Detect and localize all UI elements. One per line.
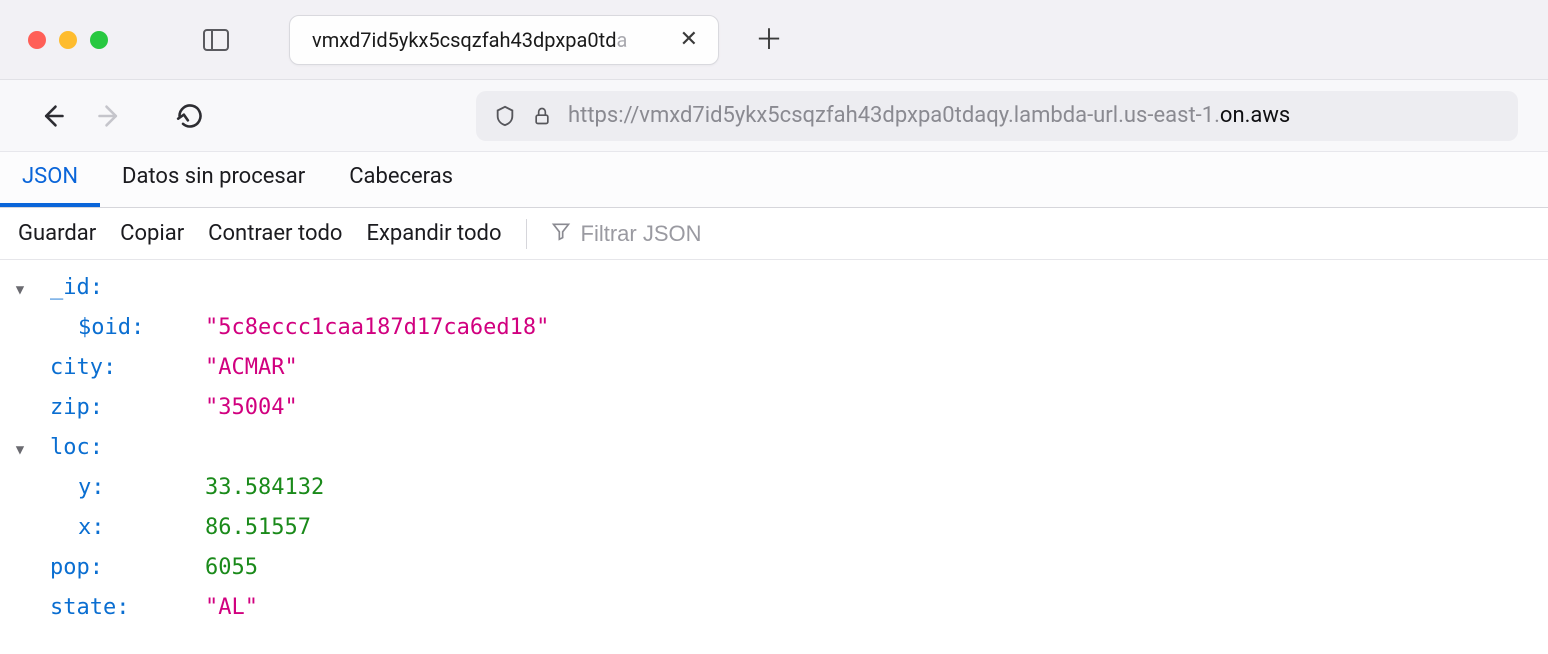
json-key: $oid: bbox=[78, 308, 205, 348]
json-value: "5c8eccc1caa187d17ca6ed18" bbox=[205, 308, 549, 348]
json-row-loc[interactable]: ▼ loc: bbox=[10, 428, 1538, 468]
json-key: x: bbox=[78, 508, 205, 548]
json-key: y: bbox=[78, 468, 205, 508]
window-minimize-button[interactable] bbox=[59, 31, 77, 49]
window-maximize-button[interactable] bbox=[90, 31, 108, 49]
address-bar[interactable]: https://vmxd7id5ykx5csqzfah43dpxpa0tdaqy… bbox=[476, 91, 1518, 141]
tab-json[interactable]: JSON bbox=[0, 152, 100, 207]
window-close-button[interactable] bbox=[28, 31, 46, 49]
json-row-state[interactable]: state: "AL" bbox=[10, 588, 1538, 628]
json-value: "ACMAR" bbox=[205, 348, 298, 388]
expand-all-button[interactable]: Expandir todo bbox=[366, 221, 501, 246]
new-tab-button[interactable]: ＋ bbox=[755, 26, 783, 54]
window-titlebar: vmxd7id5ykx5csqzfah43dpxpa0tda ✕ ＋ bbox=[0, 0, 1548, 80]
tab-raw-data[interactable]: Datos sin procesar bbox=[100, 152, 327, 207]
json-tree: ▼ _id: $oid: "5c8eccc1caa187d17ca6ed18" … bbox=[0, 260, 1548, 648]
json-toolbar: Guardar Copiar Contraer todo Expandir to… bbox=[0, 208, 1548, 260]
toolbar-divider bbox=[526, 219, 527, 249]
filter-input[interactable] bbox=[581, 221, 881, 247]
json-row-zip[interactable]: zip: "35004" bbox=[10, 388, 1538, 428]
sidebar-toggle-icon[interactable] bbox=[203, 29, 229, 51]
json-key: pop: bbox=[50, 548, 205, 588]
json-key: loc: bbox=[50, 428, 205, 468]
json-value: 33.584132 bbox=[205, 468, 324, 508]
filter-wrap bbox=[551, 221, 881, 247]
browser-navbar: https://vmxd7id5ykx5csqzfah43dpxpa0tdaqy… bbox=[0, 80, 1548, 152]
save-button[interactable]: Guardar bbox=[18, 221, 96, 246]
json-value: 6055 bbox=[205, 548, 258, 588]
browser-tabs: vmxd7id5ykx5csqzfah43dpxpa0tda ✕ ＋ bbox=[289, 0, 783, 79]
shield-icon bbox=[494, 104, 516, 128]
json-key: city: bbox=[50, 348, 205, 388]
json-value: "35004" bbox=[205, 388, 298, 428]
json-key: _id: bbox=[50, 268, 205, 308]
collapse-all-button[interactable]: Contraer todo bbox=[208, 221, 342, 246]
json-viewer-tabs: JSON Datos sin procesar Cabeceras bbox=[0, 152, 1548, 208]
json-value: "AL" bbox=[205, 588, 258, 628]
back-button[interactable] bbox=[30, 94, 74, 138]
traffic-lights bbox=[28, 31, 108, 49]
url-text: https://vmxd7id5ykx5csqzfah43dpxpa0tdaqy… bbox=[568, 103, 1290, 128]
json-row-pop[interactable]: pop: 6055 bbox=[10, 548, 1538, 588]
json-row-city[interactable]: city: "ACMAR" bbox=[10, 348, 1538, 388]
tab-title: vmxd7id5ykx5csqzfah43dpxpa0tda bbox=[312, 28, 662, 52]
json-row-x[interactable]: x: 86.51557 bbox=[10, 508, 1538, 548]
filter-icon bbox=[551, 221, 571, 247]
browser-tab-active[interactable]: vmxd7id5ykx5csqzfah43dpxpa0tda ✕ bbox=[289, 15, 719, 65]
json-row-oid[interactable]: $oid: "5c8eccc1caa187d17ca6ed18" bbox=[10, 308, 1538, 348]
json-row-y[interactable]: y: 33.584132 bbox=[10, 468, 1538, 508]
collapse-toggle-icon[interactable]: ▼ bbox=[10, 432, 30, 463]
forward-button[interactable] bbox=[88, 94, 132, 138]
lock-icon bbox=[532, 104, 552, 128]
copy-button[interactable]: Copiar bbox=[120, 221, 184, 246]
json-key: state: bbox=[50, 588, 205, 628]
tab-headers[interactable]: Cabeceras bbox=[327, 152, 475, 207]
json-key: zip: bbox=[50, 388, 205, 428]
tab-close-icon[interactable]: ✕ bbox=[676, 27, 702, 53]
collapse-toggle-icon[interactable]: ▼ bbox=[10, 272, 30, 303]
json-value: 86.51557 bbox=[205, 508, 311, 548]
json-row-id[interactable]: ▼ _id: bbox=[10, 268, 1538, 308]
reload-button[interactable] bbox=[168, 94, 212, 138]
